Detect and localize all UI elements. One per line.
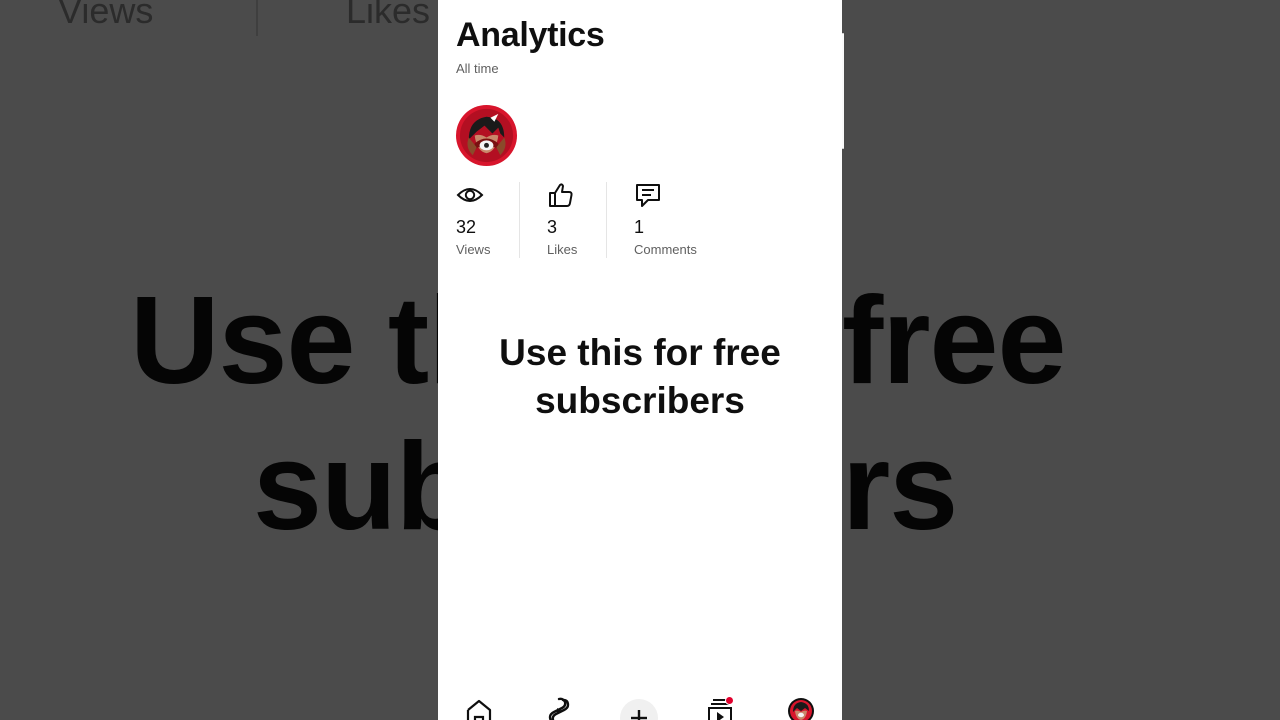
views-label: Views	[456, 242, 491, 257]
views-count: 32	[456, 217, 477, 237]
bg-divider	[256, 0, 258, 36]
page-title: Analytics	[456, 16, 605, 54]
bg-likes-label: Likes	[346, 0, 431, 31]
overlay-caption-line-1: Use this for free	[499, 332, 781, 373]
notification-dot	[725, 696, 734, 705]
comments-count: 1	[634, 217, 645, 237]
phone-screen: Analytics All time 32 Views 3 Likes 1 Co…	[438, 0, 842, 720]
channel-avatar[interactable]	[455, 104, 518, 167]
stat-divider	[519, 182, 520, 258]
create-icon[interactable]	[620, 696, 658, 720]
thumbs-up-icon	[549, 183, 573, 207]
date-range-label[interactable]: All time	[456, 61, 499, 76]
likes-count: 3	[547, 217, 558, 237]
home-icon[interactable]	[464, 696, 494, 720]
eye-icon	[456, 188, 484, 202]
overlay-caption-line-2: subscribers	[535, 380, 745, 421]
bottom-navigation	[438, 690, 842, 720]
comments-label: Comments	[634, 242, 697, 257]
comment-icon	[636, 184, 660, 207]
bg-views-label: Views	[58, 0, 154, 31]
likes-label: Likes	[547, 242, 578, 257]
stat-divider	[606, 182, 607, 258]
you-avatar-icon[interactable]	[787, 696, 815, 720]
shorts-icon[interactable]	[544, 696, 574, 720]
